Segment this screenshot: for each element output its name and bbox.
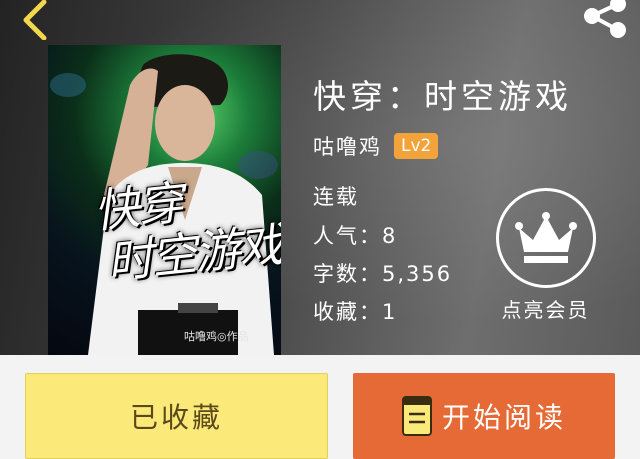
serial-status: 连载 bbox=[313, 185, 359, 209]
book-cover[interactable]: 快穿 时空游戏 咕噜鸡◎作品 bbox=[48, 45, 281, 355]
favorites-stat: 收藏：1 bbox=[313, 296, 397, 326]
author-name[interactable]: 咕噜鸡 bbox=[313, 131, 382, 161]
favorited-label: 已收藏 bbox=[129, 401, 223, 434]
book-icon bbox=[401, 396, 432, 436]
author-level-badge: Lv2 bbox=[394, 133, 439, 159]
word-count-label: 字数： bbox=[313, 262, 382, 286]
crown-icon bbox=[514, 212, 577, 263]
author-row: 咕噜鸡 Lv2 bbox=[313, 131, 439, 161]
book-title: 快穿：时空游戏 bbox=[313, 77, 572, 116]
vip-label: 点亮会员 bbox=[501, 298, 590, 322]
word-count-stat: 字数：5,356 bbox=[313, 258, 452, 288]
vip-member-button[interactable]: 点亮会员 bbox=[488, 188, 603, 330]
cover-author-credit: 咕噜鸡◎作品 bbox=[184, 330, 249, 343]
favorited-button[interactable]: 已收藏 bbox=[25, 373, 328, 459]
favorites-label: 收藏： bbox=[313, 300, 382, 324]
action-bar: 已收藏 开始阅读 bbox=[0, 355, 640, 459]
start-reading-button[interactable]: 开始阅读 bbox=[353, 373, 615, 459]
start-reading-label: 开始阅读 bbox=[441, 401, 566, 434]
book-header: 快穿 时空游戏 咕噜鸡◎作品 快穿：时空游戏 咕噜鸡 Lv2 连载 人气：8 字… bbox=[0, 0, 640, 355]
share-icon bbox=[584, 0, 626, 38]
cover-title-art: 快穿 时空游戏 bbox=[91, 165, 281, 290]
word-count-value: 5,356 bbox=[382, 262, 453, 286]
popularity-value: 8 bbox=[382, 224, 398, 248]
back-arrow-icon bbox=[23, 0, 47, 41]
back-button[interactable] bbox=[10, 0, 54, 41]
favorites-value: 1 bbox=[382, 300, 398, 324]
share-button[interactable] bbox=[578, 0, 634, 40]
vip-badge bbox=[495, 188, 596, 288]
popularity-stat: 人气：8 bbox=[313, 220, 397, 250]
popularity-label: 人气： bbox=[313, 224, 382, 248]
